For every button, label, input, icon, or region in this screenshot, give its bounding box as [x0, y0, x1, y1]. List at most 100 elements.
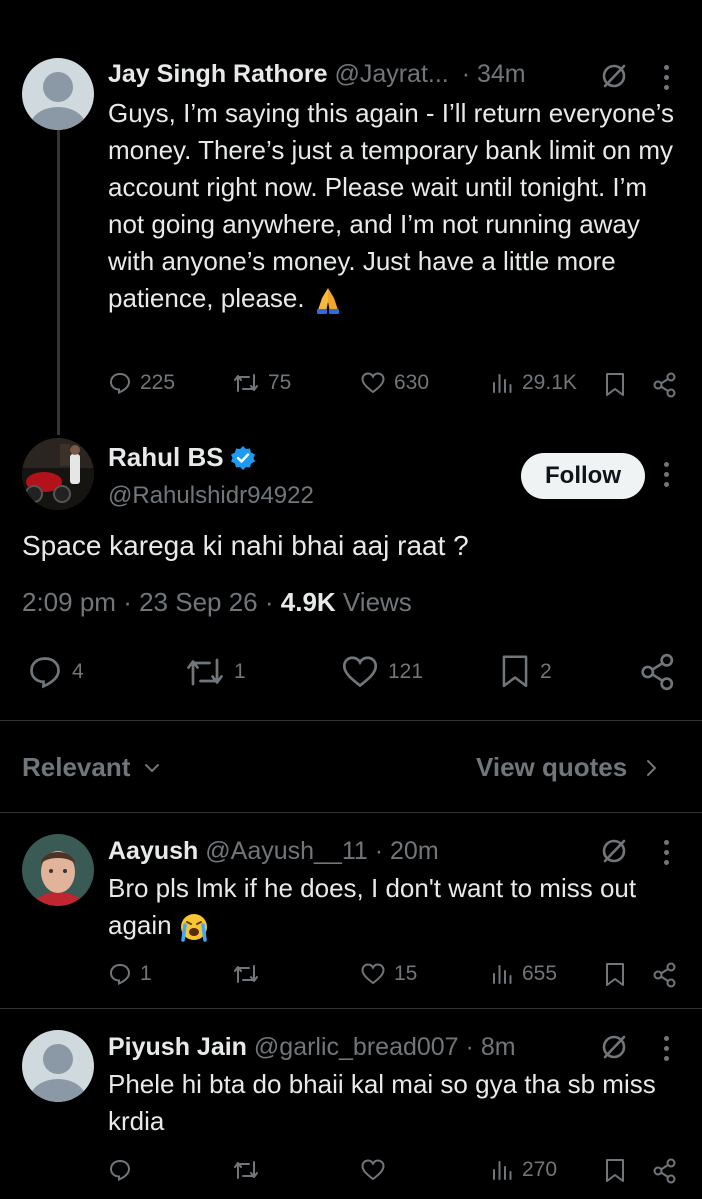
main-tweet-views-count: 4.9K	[280, 587, 336, 617]
reply1-author-name[interactable]: Aayush	[108, 837, 198, 865]
bookmark-icon[interactable]	[604, 372, 626, 398]
reply2-reply-button[interactable]	[108, 1158, 140, 1182]
more-options-icon[interactable]	[664, 462, 670, 487]
motorcycle-photo-icon	[22, 438, 94, 510]
parent-reply-button[interactable]: 225	[108, 371, 175, 395]
repost-icon	[234, 965, 258, 983]
main-tweet-date[interactable]: 23 Sep 26	[139, 587, 258, 617]
reply2-repost-button[interactable]	[232, 1158, 268, 1182]
parent-author-handle[interactable]: @Jayrat...	[334, 60, 448, 88]
share-icon[interactable]	[638, 653, 678, 691]
parent-author-name[interactable]: Jay Singh Rathore	[108, 60, 328, 88]
parent-tweet-body: Guys, I’m saying this again - I’ll retur…	[108, 95, 678, 317]
chevron-right-icon	[647, 759, 657, 776]
main-tweet-time[interactable]: 2:09 pm	[22, 587, 116, 617]
reply2-views-button[interactable]: 270	[490, 1158, 557, 1182]
bookmark-icon[interactable]	[604, 1158, 626, 1184]
main-repost-count: 1	[234, 660, 246, 683]
reply1-reply-count: 1	[140, 962, 152, 985]
sort-relevant-dropdown[interactable]: Relevant	[22, 752, 160, 783]
heart-icon	[342, 656, 378, 688]
more-options-icon[interactable]	[664, 1036, 670, 1061]
avatar-piyush-jain[interactable]	[22, 1030, 94, 1102]
reply1-body: Bro pls lmk if he does, I don't want to …	[108, 870, 678, 944]
main-tweet-meta: 2:09 pm · 23 Sep 26 · 4.9K Views	[22, 587, 412, 617]
reply2-like-button[interactable]	[360, 1158, 394, 1182]
views-chart-icon	[493, 374, 512, 393]
reply1-views-button[interactable]: 655	[490, 962, 557, 986]
folded-hands-emoji-icon	[316, 288, 339, 315]
reply1-reply-button[interactable]: 1	[108, 962, 152, 986]
parent-view-count: 29.1K	[522, 371, 577, 394]
bookmark-icon[interactable]	[604, 962, 626, 988]
default-avatar-body	[30, 107, 86, 130]
default-avatar-body	[30, 1079, 86, 1102]
bookmark-icon	[502, 655, 528, 688]
reply2-author-handle[interactable]: @garlic_bread007	[254, 1033, 459, 1061]
share-icon[interactable]	[652, 372, 678, 398]
reply1-like-button[interactable]: 15	[360, 962, 417, 986]
parent-tweet-time[interactable]: · 34m	[462, 60, 526, 88]
parent-views-button[interactable]: 29.1K	[490, 371, 577, 395]
reply1-repost-button[interactable]	[232, 962, 268, 986]
main-like-button[interactable]: 121	[340, 654, 423, 690]
main-like-count: 121	[388, 660, 424, 683]
default-avatar-head	[43, 72, 73, 102]
main-reply-count: 4	[72, 660, 84, 683]
reply-icon	[30, 657, 60, 689]
repost-icon	[187, 658, 223, 686]
reply1-header: Aayush @Aayush__11 · 20m	[108, 837, 439, 866]
main-author-name[interactable]: Rahul BS	[108, 442, 224, 473]
default-avatar-head	[43, 1044, 73, 1074]
reply-icon	[109, 963, 131, 986]
repost-icon	[234, 1161, 258, 1179]
main-author-handle[interactable]: @Rahulshidr94922	[108, 482, 314, 510]
parent-repost-count: 75	[268, 371, 292, 394]
main-repost-button[interactable]: 1	[184, 654, 246, 690]
divider	[0, 812, 702, 813]
grok-icon[interactable]	[600, 1033, 628, 1061]
avatar-rahul-bs[interactable]	[22, 438, 94, 510]
reply2-time[interactable]: · 8m	[466, 1033, 516, 1061]
main-bookmark-count: 2	[540, 660, 552, 683]
divider	[0, 720, 702, 721]
share-icon[interactable]	[652, 1158, 678, 1184]
thread-connector-line	[57, 130, 60, 435]
parent-tweet-text: Guys, I’m saying this again - I’ll retur…	[108, 98, 674, 313]
reply1-like-count: 15	[394, 962, 418, 985]
avatar-aayush[interactable]	[22, 834, 94, 906]
reply2-author-name[interactable]: Piyush Jain	[108, 1033, 247, 1061]
reply2-text: Phele hi bta do bhaii kal mai so gya tha…	[108, 1069, 656, 1136]
sort-relevant-label: Relevant	[22, 752, 131, 782]
person-photo-icon	[22, 834, 94, 906]
reply1-author-handle[interactable]: @Aayush__11	[205, 837, 368, 865]
verified-badge-icon[interactable]	[230, 445, 256, 471]
reply-icon	[109, 372, 131, 395]
views-chart-icon	[493, 965, 512, 984]
main-author-row: Rahul BS	[108, 442, 256, 473]
loudly-crying-face-emoji-icon	[180, 914, 207, 942]
more-options-icon[interactable]	[664, 65, 670, 90]
main-tweet-views-label: Views	[342, 587, 412, 617]
grok-icon[interactable]	[600, 62, 628, 90]
parent-like-button[interactable]: 630	[360, 371, 429, 395]
heart-icon	[361, 1159, 385, 1181]
views-chart-icon	[493, 1161, 512, 1180]
reply2-view-count: 270	[522, 1158, 558, 1181]
reply1-time[interactable]: · 20m	[375, 837, 439, 865]
share-icon[interactable]	[652, 962, 678, 988]
main-bookmark-button[interactable]: 2	[498, 654, 552, 690]
more-options-icon[interactable]	[664, 840, 670, 865]
parent-tweet-header: Jay Singh Rathore @Jayrat... · 34m	[108, 60, 526, 89]
heart-icon	[361, 963, 385, 985]
heart-icon	[361, 372, 385, 394]
avatar-jay-singh-rathore[interactable]	[22, 58, 94, 130]
divider	[0, 1008, 702, 1009]
reply2-header: Piyush Jain @garlic_bread007 · 8m	[108, 1033, 516, 1062]
main-reply-button[interactable]: 4	[26, 654, 84, 690]
reply1-view-count: 655	[522, 962, 558, 985]
follow-button[interactable]: Follow	[521, 453, 645, 499]
grok-icon[interactable]	[600, 837, 628, 865]
view-quotes-link[interactable]: View quotes	[476, 752, 657, 783]
parent-repost-button[interactable]: 75	[232, 371, 291, 395]
